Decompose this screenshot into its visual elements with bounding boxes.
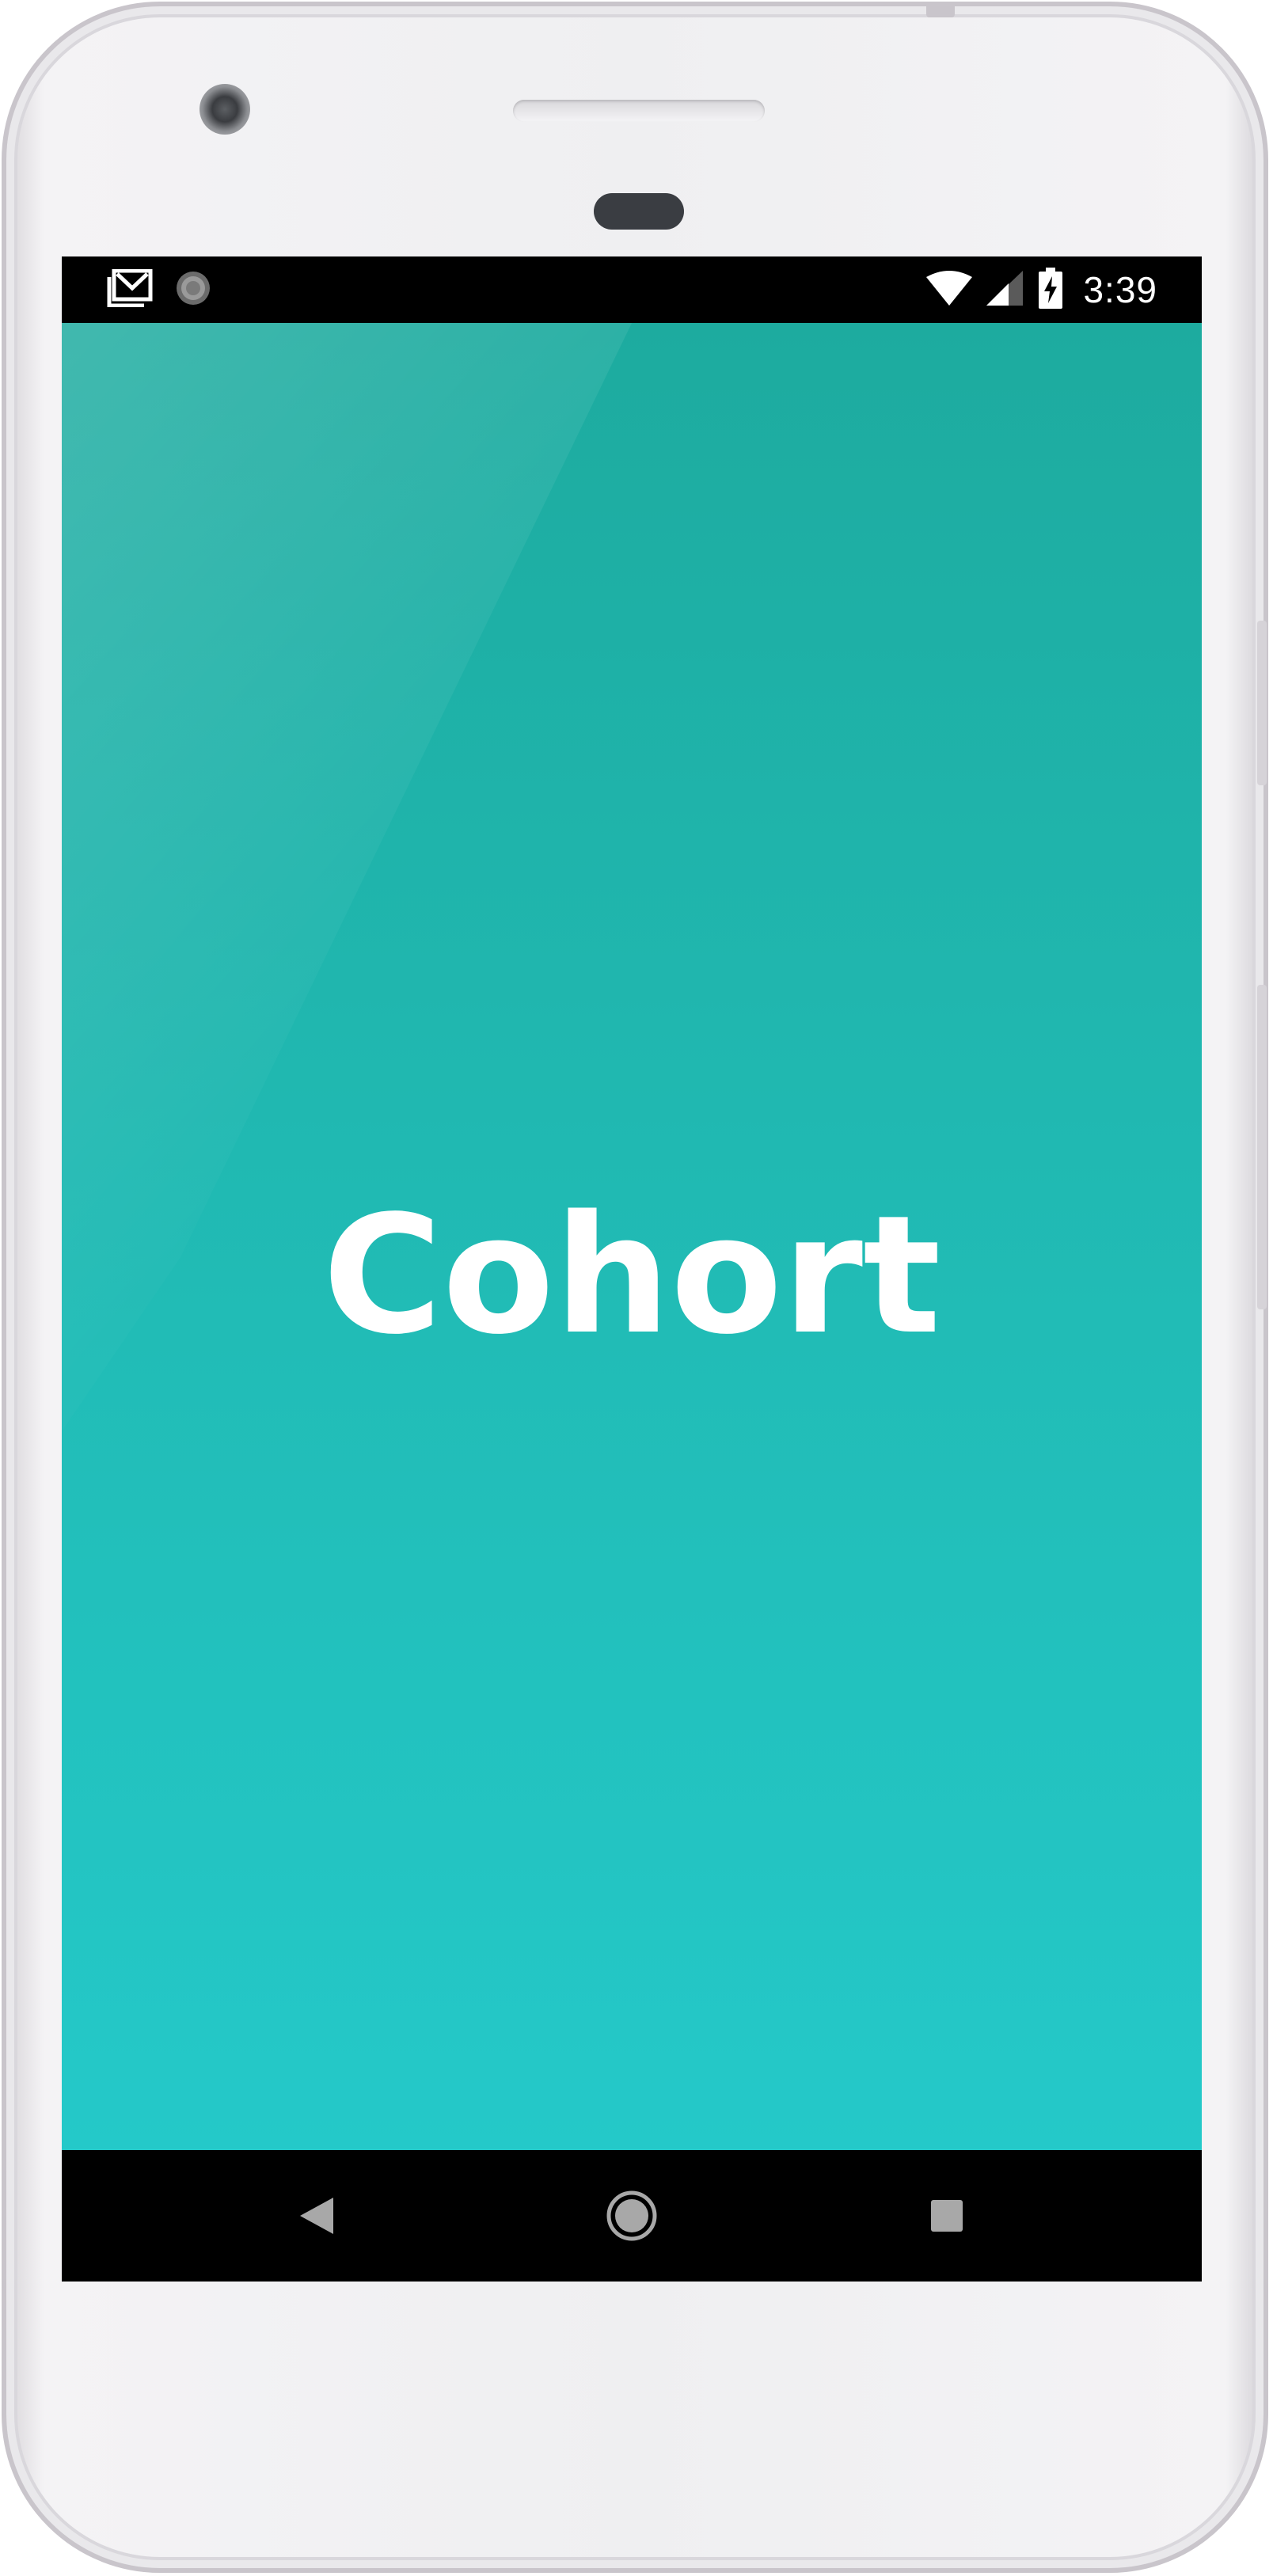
- status-clock: 3:39: [1083, 269, 1157, 310]
- volume-button: [1257, 621, 1267, 785]
- cell-signal-icon: [986, 270, 1024, 310]
- screen: 3:39 Cohort: [62, 256, 1202, 2282]
- power-port: [926, 6, 955, 17]
- home-button[interactable]: [600, 2184, 663, 2247]
- earpiece-speaker: [513, 100, 765, 122]
- proximity-sensor: [594, 193, 684, 230]
- status-bar: 3:39: [62, 256, 1202, 323]
- battery-charging-icon: [1039, 267, 1063, 313]
- recents-icon: [931, 2200, 963, 2232]
- sync-icon: [174, 269, 212, 311]
- gmail-icon: [106, 268, 154, 311]
- splash-screen: Cohort: [62, 323, 1202, 2150]
- recents-button[interactable]: [915, 2184, 978, 2247]
- notification-area: [106, 268, 212, 311]
- navigation-bar: [62, 2150, 1202, 2282]
- front-camera: [200, 84, 250, 135]
- power-button: [1257, 985, 1267, 1309]
- back-icon: [300, 2198, 333, 2234]
- back-button[interactable]: [285, 2184, 348, 2247]
- app-logo-text: Cohort: [322, 1180, 941, 1370]
- system-status-area: 3:39: [926, 266, 1157, 313]
- home-icon: [606, 2190, 657, 2241]
- wifi-icon: [926, 270, 973, 310]
